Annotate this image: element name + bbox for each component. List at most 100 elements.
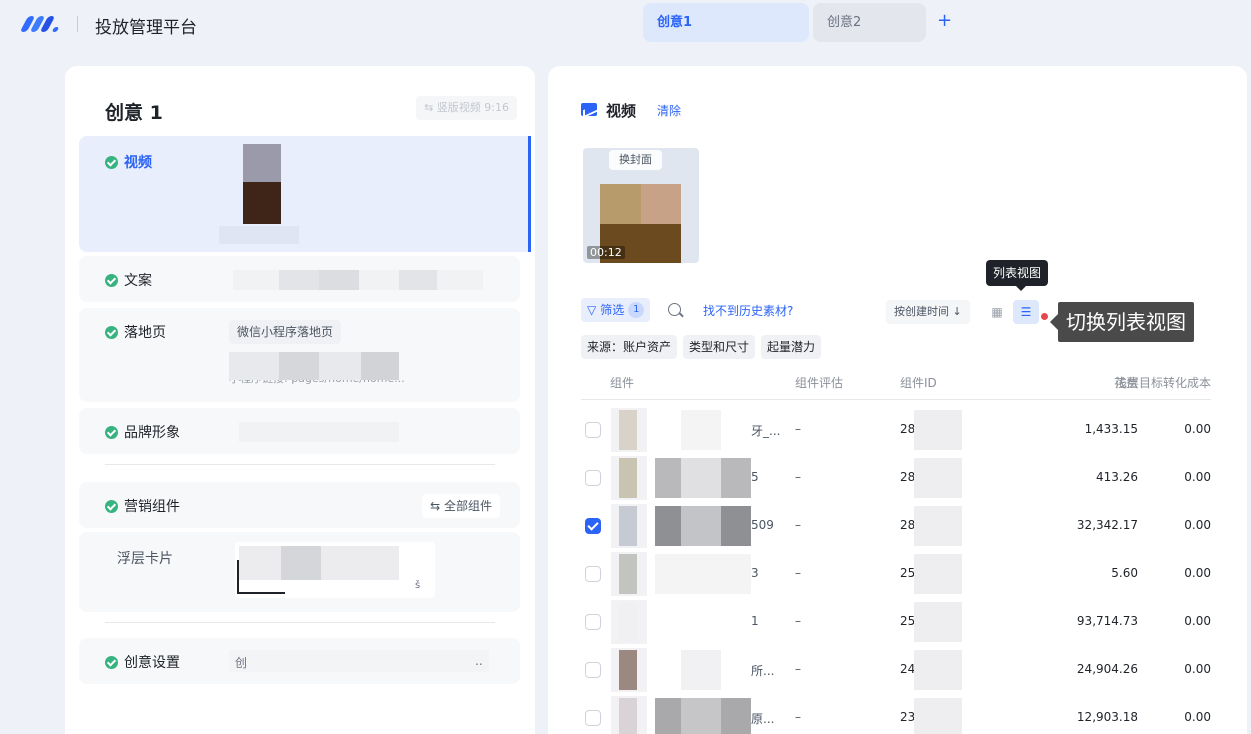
tab-creative-1[interactable]: 创意1 bbox=[643, 3, 809, 42]
table-row[interactable]: 牙_... – 28 1,433.15 0.00 bbox=[581, 406, 1211, 454]
section-copy[interactable]: 文案 bbox=[79, 256, 520, 302]
history-material-link[interactable]: 找不到历史素材? bbox=[703, 302, 793, 319]
section-landing-page[interactable]: 落地页 微信小程序落地页 小程序链接: pages/home/home... bbox=[79, 308, 520, 402]
row-checkbox[interactable] bbox=[585, 614, 601, 630]
section-brand[interactable]: 品牌形象 bbox=[79, 408, 520, 454]
settings-ellipsis: .. bbox=[475, 654, 483, 668]
float-card-preview: š bbox=[235, 542, 435, 598]
component-cost: 5.60 bbox=[1111, 566, 1138, 580]
table-row[interactable]: 1 – 25 93,714.73 0.00 bbox=[581, 598, 1211, 646]
section-video[interactable]: 视频 bbox=[79, 136, 531, 252]
row-checkbox[interactable] bbox=[585, 518, 601, 534]
app-title: 投放管理平台 bbox=[95, 18, 197, 38]
column-header-component: 组件 bbox=[610, 376, 635, 390]
tag-type-size[interactable]: 类型和尺寸 bbox=[683, 335, 756, 359]
row-checkbox[interactable] bbox=[585, 422, 601, 438]
section-title: 视频 bbox=[606, 102, 637, 120]
component-evaluation: – bbox=[795, 470, 801, 484]
redacted-id bbox=[914, 602, 962, 642]
grid-view-icon[interactable]: ▦ bbox=[985, 300, 1009, 324]
creative-editor-panel: 创意 1 ⇆ 竖版视频 9:16 视频 文案 落地页 微信小程序落地页 小程序链… bbox=[65, 66, 535, 734]
component-conversion-cost: 0.00 bbox=[1184, 614, 1211, 628]
sort-by-created-time-button[interactable]: 按创建时间 ↓ bbox=[886, 300, 970, 324]
component-id: 25 bbox=[900, 614, 916, 628]
redacted-text bbox=[279, 352, 319, 380]
video-thumbnail-lower bbox=[243, 182, 281, 224]
component-conversion-cost: 0.00 bbox=[1184, 470, 1211, 484]
component-name: 5 bbox=[751, 470, 759, 484]
redacted-text bbox=[239, 422, 399, 442]
component-id: 28 bbox=[900, 422, 916, 436]
component-evaluation: – bbox=[795, 518, 801, 532]
table-row[interactable]: 509 – 28 32,342.17 0.00 bbox=[581, 502, 1211, 550]
divider bbox=[77, 16, 78, 32]
component-cost: 1,433.15 bbox=[1084, 422, 1138, 436]
redacted-id bbox=[914, 410, 962, 450]
clear-link[interactable]: 清除 bbox=[657, 102, 681, 119]
column-header-conversion-cost: 浅层目标转化成本 bbox=[1114, 376, 1211, 390]
row-checkbox[interactable] bbox=[585, 662, 601, 678]
settings-value: 创 bbox=[235, 656, 248, 670]
section-marketing[interactable]: 营销组件 ⇆ 全部组件 bbox=[79, 482, 520, 528]
component-evaluation: – bbox=[795, 710, 801, 724]
redacted-id bbox=[914, 698, 962, 734]
redacted-text bbox=[319, 270, 359, 290]
divider bbox=[105, 622, 495, 623]
table-header-divider bbox=[581, 399, 1211, 400]
tag-source[interactable]: 来源：账户资产 bbox=[581, 335, 678, 359]
search-icon[interactable] bbox=[668, 303, 681, 316]
redacted-id bbox=[914, 650, 962, 690]
component-conversion-cost: 0.00 bbox=[1184, 518, 1211, 532]
component-evaluation: – bbox=[795, 422, 801, 436]
filter-button[interactable]: ▽ 筛选 1 bbox=[581, 298, 651, 322]
component-cost: 12,903.18 bbox=[1076, 710, 1138, 724]
component-id: 28 bbox=[900, 518, 916, 532]
section-label: 视频 bbox=[124, 155, 152, 171]
video-icon bbox=[581, 103, 597, 116]
column-header-id: 组件ID bbox=[900, 376, 937, 390]
redacted-text bbox=[229, 650, 489, 672]
component-id: 25 bbox=[900, 566, 916, 580]
float-card-suffix: š bbox=[415, 580, 421, 591]
component-evaluation: – bbox=[795, 662, 801, 676]
redacted-id bbox=[914, 506, 962, 546]
section-float-card[interactable]: 浮层卡片 š bbox=[79, 532, 520, 612]
tag-potential[interactable]: 起量潜力 bbox=[761, 335, 822, 359]
list-view-icon[interactable]: ☰ bbox=[1013, 300, 1039, 324]
section-label: 落地页 bbox=[124, 325, 166, 341]
check-circle-icon bbox=[105, 425, 118, 439]
table-row[interactable]: 3 – 25 5.60 0.00 bbox=[581, 550, 1211, 598]
row-checkbox[interactable] bbox=[585, 710, 601, 726]
component-id: 28 bbox=[900, 470, 916, 484]
row-checkbox[interactable] bbox=[585, 470, 601, 486]
component-name: 所... bbox=[751, 664, 775, 678]
section-label: 创意设置 bbox=[124, 655, 180, 671]
add-tab-button[interactable]: + bbox=[937, 10, 952, 31]
component-conversion-cost: 0.00 bbox=[1184, 566, 1211, 580]
top-bar: 投放管理平台 创意1 创意2 + bbox=[0, 0, 1251, 48]
component-name: 509 bbox=[751, 518, 774, 532]
redacted-text bbox=[361, 352, 399, 380]
all-components-button[interactable]: ⇆ 全部组件 bbox=[422, 494, 500, 518]
table-row[interactable]: 5 – 28 413.26 0.00 bbox=[581, 454, 1211, 502]
change-cover-button[interactable]: 换封面 bbox=[609, 150, 662, 170]
row-checkbox[interactable] bbox=[585, 566, 601, 582]
filter-label: 筛选 bbox=[600, 303, 625, 317]
list-view-tooltip: 列表视图 bbox=[986, 260, 1049, 291]
selected-video-thumbnail[interactable]: 换封面 00:12 bbox=[583, 148, 699, 263]
table-row[interactable]: 原... – 23 12,903.18 0.00 bbox=[581, 694, 1211, 734]
material-picker-panel: 视频 清除 换封面 00:12 ▽ 筛选 1 找不到历史素材? 按创建时间 ↓ … bbox=[548, 66, 1247, 734]
filter-icon: ▽ bbox=[587, 303, 597, 317]
component-conversion-cost: 0.00 bbox=[1184, 710, 1211, 724]
tab-creative-2[interactable]: 创意2 bbox=[813, 3, 926, 42]
section-settings[interactable]: 创意设置 创 .. bbox=[79, 638, 520, 684]
section-label: 品牌形象 bbox=[124, 425, 180, 441]
orientation-badge[interactable]: ⇆ 竖版视频 9:16 bbox=[416, 96, 517, 120]
annotation-callout: 切换列表视图 bbox=[1050, 302, 1194, 342]
component-conversion-cost: 0.00 bbox=[1184, 422, 1211, 436]
component-name: 牙_... bbox=[751, 424, 781, 438]
component-name: 1 bbox=[751, 614, 759, 628]
component-cost: 24,904.26 bbox=[1076, 662, 1138, 676]
redacted-id bbox=[914, 554, 962, 594]
table-row[interactable]: 所... – 24 24,904.26 0.00 bbox=[581, 646, 1211, 694]
